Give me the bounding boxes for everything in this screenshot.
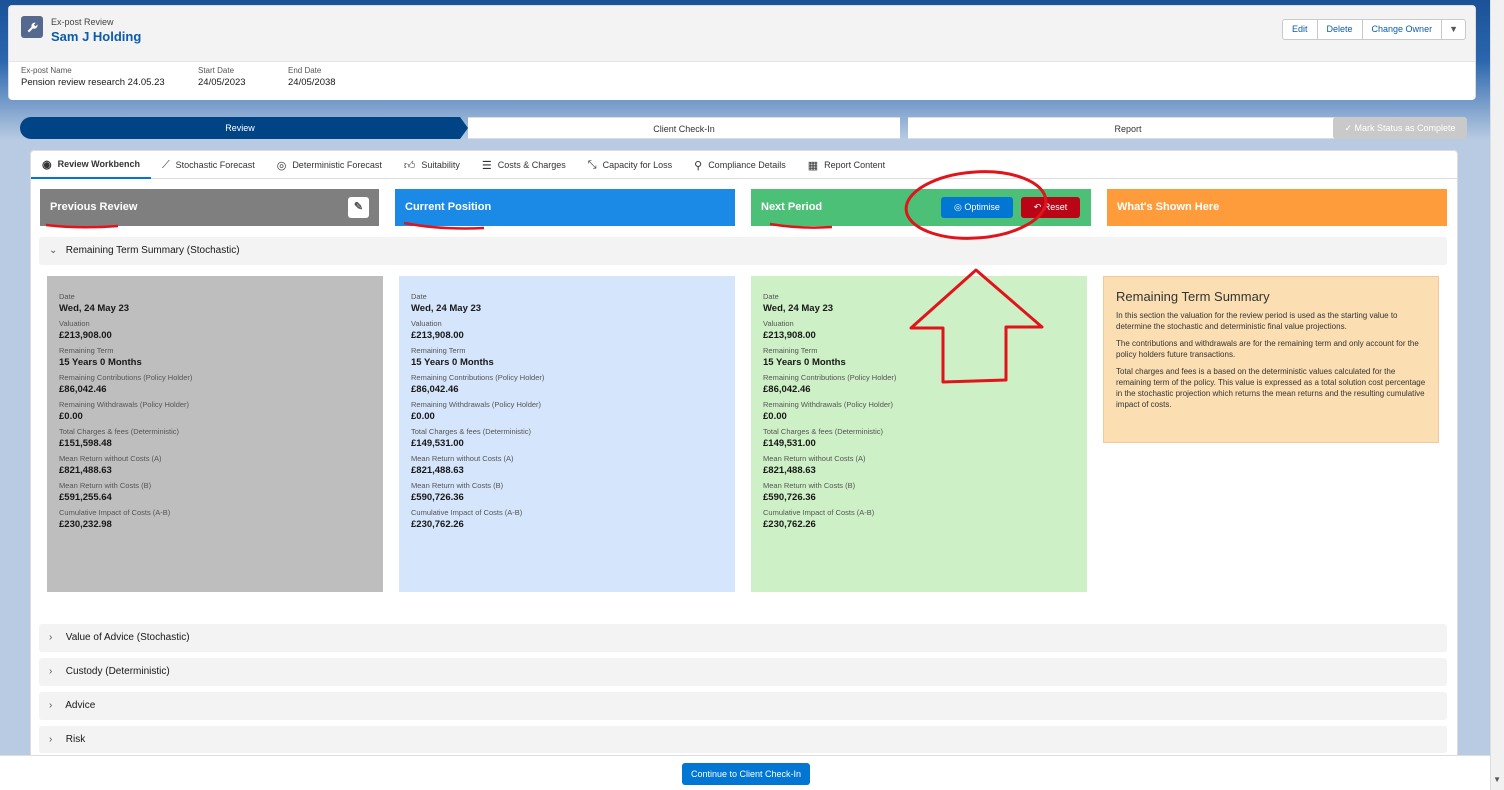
underline-current (403, 221, 485, 230)
underline-previous (45, 223, 119, 229)
annotation-overlay (45, 170, 1048, 384)
arrow-up-icon (909, 268, 1044, 384)
underline-next (769, 222, 833, 229)
highlight-circle (904, 170, 1048, 240)
